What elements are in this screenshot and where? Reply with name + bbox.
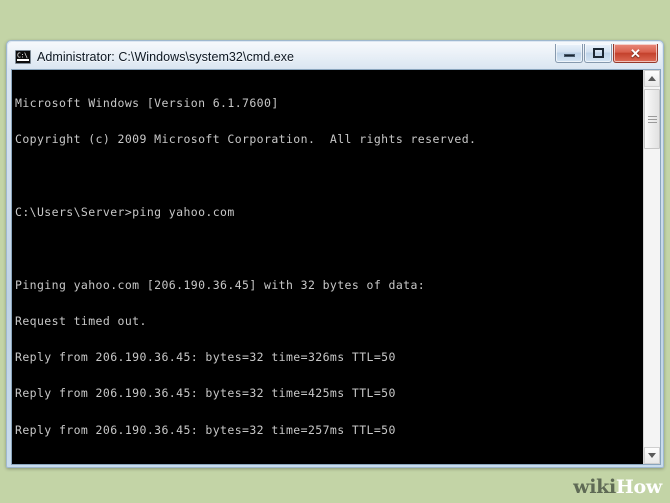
console-output[interactable]: Microsoft Windows [Version 6.1.7600] Cop… (12, 70, 643, 464)
wikihow-watermark: wikiHow (573, 478, 662, 497)
scroll-down-arrow-icon[interactable] (644, 447, 660, 464)
console-line-command: C:\Users\Server>ping yahoo.com (15, 205, 235, 220)
command-prompt-window[interactable]: C:\ Administrator: C:\Windows\system32\c… (6, 40, 664, 468)
grip-line (647, 115, 657, 117)
window-title: Administrator: C:\Windows\system32\cmd.e… (37, 49, 295, 64)
scroll-up-arrow-icon[interactable] (644, 70, 660, 87)
window-controls: ✕ (555, 44, 658, 63)
minimize-button[interactable] (555, 44, 583, 63)
grip-line (647, 118, 657, 120)
maximize-button[interactable] (584, 44, 612, 63)
watermark-how: How (615, 476, 662, 498)
minimize-icon (563, 54, 575, 57)
console-line-reply: Reply from 206.190.36.45: bytes=32 time=… (15, 422, 396, 437)
triangle-down-icon (648, 453, 656, 458)
vertical-scrollbar[interactable] (643, 70, 660, 464)
cmd-icon: C:\ (15, 49, 31, 64)
cmd-icon-bar (17, 58, 29, 61)
watermark-wiki: wiki (573, 476, 616, 498)
console-line: Microsoft Windows [Version 6.1.7600] (15, 96, 279, 111)
triangle-up-icon (648, 76, 656, 81)
close-button[interactable]: ✕ (613, 44, 658, 63)
console-line: Pinging yahoo.com [206.190.36.45] with 3… (15, 277, 426, 292)
console-line: Copyright (c) 2009 Microsoft Corporation… (15, 132, 477, 147)
scrollbar-thumb[interactable] (644, 89, 660, 149)
scrollbar-track[interactable] (644, 87, 660, 447)
maximize-icon (592, 48, 604, 58)
close-icon: ✕ (630, 45, 641, 61)
console-line-reply: Reply from 206.190.36.45: bytes=32 time=… (15, 386, 396, 401)
grip-line (647, 121, 657, 123)
console-client-area[interactable]: Microsoft Windows [Version 6.1.7600] Cop… (11, 69, 661, 465)
console-line: Request timed out. (15, 313, 147, 328)
console-line-reply: Reply from 206.190.36.45: bytes=32 time=… (15, 350, 396, 365)
title-bar[interactable]: C:\ Administrator: C:\Windows\system32\c… (11, 44, 659, 69)
